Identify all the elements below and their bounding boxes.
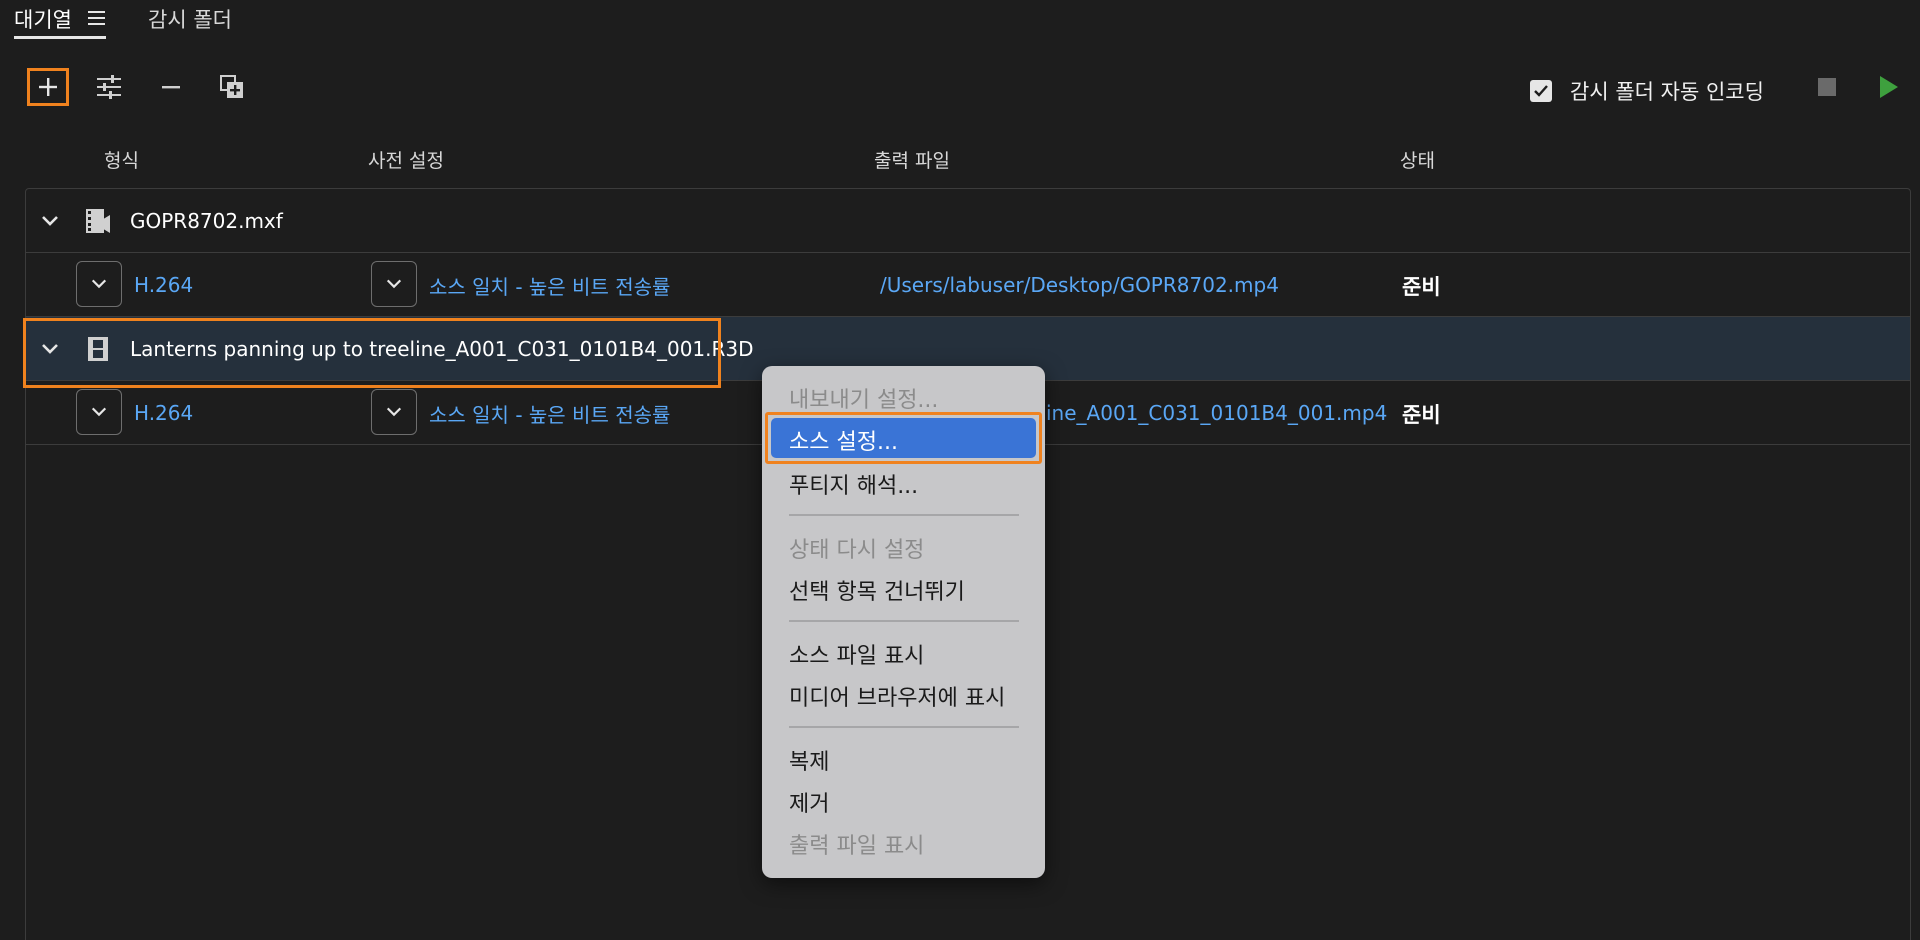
- add-source-button[interactable]: [27, 68, 69, 106]
- preset-link[interactable]: 소스 일치 - 높은 비트 전송률: [429, 271, 670, 300]
- media-encoder-queue-panel: 대기열 감시 폴더 감시 폴더 자동 인코딩 형식 사전 설정 출력 파일 상태…: [0, 0, 1920, 940]
- output-file-link[interactable]: ine_A001_C031_0101B4_001.mp4: [1046, 401, 1387, 425]
- menu-item-skip-selected[interactable]: 선택 항목 건너뛰기: [789, 574, 965, 606]
- menu-separator: [789, 726, 1019, 728]
- menu-item-export-settings[interactable]: 내보내기 설정...: [789, 382, 938, 414]
- chevron-down-icon: [386, 407, 402, 417]
- duplicate-icon: [220, 75, 243, 98]
- column-header-output[interactable]: 출력 파일: [874, 146, 950, 173]
- minus-icon: [162, 86, 180, 89]
- format-link[interactable]: H.264: [134, 273, 193, 297]
- auto-encode-checkbox[interactable]: [1530, 80, 1552, 102]
- chevron-down-icon: [91, 407, 107, 417]
- column-header-format[interactable]: 형식: [104, 146, 139, 173]
- tab-active-underline: [14, 36, 106, 39]
- menu-separator: [789, 514, 1019, 516]
- menu-item-reveal-in-media-browser[interactable]: 미디어 브라우저에 표시: [789, 680, 1005, 712]
- menu-item-interpret-footage[interactable]: 푸티지 해석...: [789, 468, 918, 500]
- menu-item-reveal-source[interactable]: 소스 파일 표시: [789, 638, 924, 670]
- chevron-down-icon: [91, 279, 107, 289]
- menu-item-duplicate[interactable]: 복제: [789, 744, 829, 776]
- menu-item-source-settings[interactable]: 소스 설정...: [789, 424, 898, 456]
- menu-separator: [789, 620, 1019, 622]
- start-queue-button[interactable]: [1880, 76, 1898, 98]
- status-text: 준비: [1402, 403, 1441, 427]
- preset-settings-button[interactable]: [88, 68, 130, 106]
- plus-icon: [39, 78, 57, 96]
- checkmark-icon: [1534, 85, 1548, 97]
- preset-link[interactable]: 소스 일치 - 높은 비트 전송률: [429, 399, 670, 428]
- selected-item-highlight: [23, 318, 721, 388]
- context-menu: 내보내기 설정... 소스 설정... 푸티지 해석... 상태 다시 설정 선…: [762, 366, 1045, 878]
- tab-watch-folders[interactable]: 감시 폴더: [148, 4, 232, 34]
- panel-tabs: 대기열 감시 폴더: [0, 0, 1920, 40]
- menu-item-reset-status[interactable]: 상태 다시 설정: [789, 532, 924, 564]
- column-header-preset[interactable]: 사전 설정: [368, 146, 444, 173]
- preset-dropdown-button[interactable]: [371, 389, 417, 435]
- source-file-name: GOPR8702.mxf: [130, 209, 283, 233]
- duplicate-button[interactable]: [211, 68, 253, 106]
- format-dropdown-button[interactable]: [76, 261, 122, 307]
- chevron-down-icon: [386, 279, 402, 289]
- preset-dropdown-button[interactable]: [371, 261, 417, 307]
- menu-item-reveal-output[interactable]: 출력 파일 표시: [789, 828, 924, 860]
- format-link[interactable]: H.264: [134, 401, 193, 425]
- panel-menu-icon[interactable]: [88, 11, 105, 25]
- column-header-status[interactable]: 상태: [1400, 146, 1435, 173]
- stop-queue-button[interactable]: [1818, 78, 1836, 96]
- sliders-icon: [97, 75, 121, 99]
- tab-queue[interactable]: 대기열: [14, 4, 72, 34]
- menu-item-remove[interactable]: 제거: [789, 786, 829, 818]
- video-file-icon: [86, 209, 110, 233]
- status-text: 준비: [1402, 275, 1441, 299]
- format-dropdown-button[interactable]: [76, 389, 122, 435]
- output-file-link[interactable]: /Users/labuser/Desktop/GOPR8702.mp4: [880, 273, 1279, 297]
- auto-encode-label: 감시 폴더 자동 인코딩: [1570, 80, 1764, 104]
- auto-encode-toggle[interactable]: 감시 폴더 자동 인코딩: [1530, 76, 1764, 106]
- queue-output-row[interactable]: H.264 소스 일치 - 높은 비트 전송률 /Users/labuser/D…: [26, 253, 1910, 317]
- chevron-down-icon[interactable]: [40, 211, 60, 231]
- remove-button[interactable]: [150, 68, 192, 106]
- queue-source-row[interactable]: GOPR8702.mxf: [26, 189, 1910, 253]
